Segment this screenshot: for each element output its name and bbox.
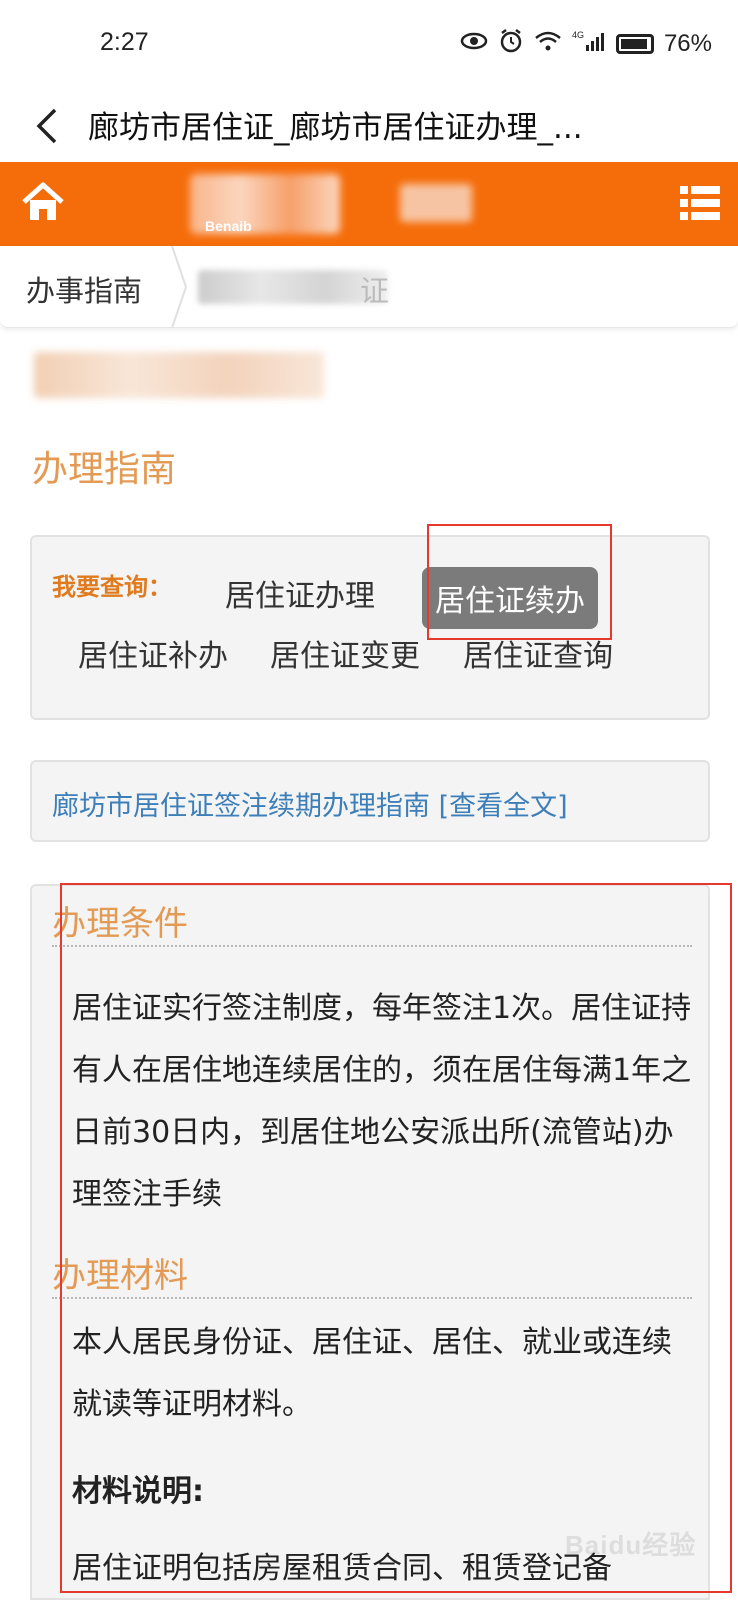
query-label: 我要查询： (52, 573, 172, 601)
breadcrumb-home[interactable]: 办事指南 (26, 268, 142, 310)
guide-full-text-link[interactable]: 廊坊市居住证签注续期办理指南 [查看全文] (52, 784, 568, 823)
status-icons: 4G 76% (460, 28, 712, 60)
query-link-change[interactable]: 居住证变更 (270, 631, 420, 675)
battery-icon (615, 34, 654, 54)
highlight-box-content (60, 883, 732, 1593)
breadcrumb-current: 证 (360, 274, 390, 308)
guide-box: 廊坊市居住证签注续期办理指南 [查看全文] (30, 760, 710, 842)
battery-percent: 76% (663, 30, 712, 57)
query-link-reissue[interactable]: 居住证补办 (78, 631, 228, 675)
status-time: 2:27 (100, 28, 149, 56)
page-heading-blurred (34, 352, 324, 398)
status-bar: 2:27 4G 76% (0, 0, 738, 90)
network-type: 4G (572, 30, 584, 40)
chevron-left-icon (36, 108, 57, 144)
section-title: 办理指南 (32, 449, 177, 490)
wifi-icon (534, 30, 562, 58)
breadcrumb: 办事指南 证 (0, 245, 738, 329)
logo-text: Benaib (205, 218, 252, 234)
back-button[interactable] (26, 96, 66, 156)
page-title: 廊坊市居住证_廊坊市居住证办理_... (88, 110, 583, 146)
breadcrumb-separator (170, 245, 190, 329)
query-link-apply[interactable]: 居住证办理 (225, 571, 375, 615)
eye-icon (460, 31, 488, 57)
city-selector[interactable] (400, 184, 472, 222)
highlight-box-renew (427, 524, 612, 640)
watermark: Baidu经验 (565, 1530, 697, 1560)
title-bar: 廊坊市居住证_廊坊市居住证办理_... (0, 90, 738, 162)
menu-icon[interactable] (680, 184, 720, 222)
site-header: Benaib (0, 162, 738, 246)
home-icon[interactable] (20, 180, 66, 224)
signal-icon: 4G (572, 29, 606, 59)
alarm-icon (498, 28, 524, 60)
